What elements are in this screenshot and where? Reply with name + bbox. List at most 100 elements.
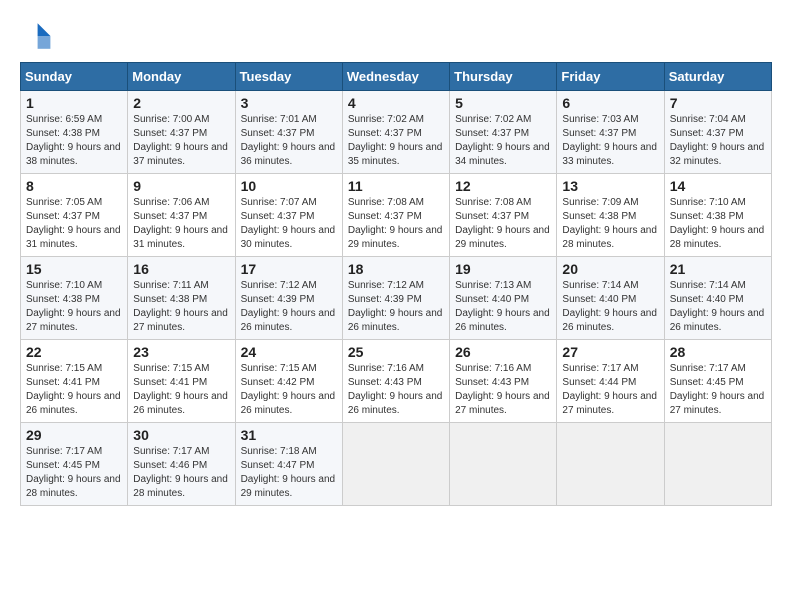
day-number: 15	[26, 261, 122, 277]
logo	[20, 20, 56, 52]
calendar-day-cell: 9 Sunrise: 7:06 AMSunset: 4:37 PMDaylight…	[128, 174, 235, 257]
weekday-header: Monday	[128, 63, 235, 91]
day-info: Sunrise: 7:15 AMSunset: 4:41 PMDaylight:…	[133, 362, 229, 418]
calendar-day-cell: 29 Sunrise: 7:17 AMSunset: 4:45 PMDayligh…	[21, 423, 128, 506]
calendar-day-cell: 25 Sunrise: 7:16 AMSunset: 4:43 PMDayligh…	[342, 340, 449, 423]
calendar-week-row: 8 Sunrise: 7:05 AMSunset: 4:37 PMDaylight…	[21, 174, 772, 257]
weekday-header: Saturday	[664, 63, 771, 91]
calendar-week-row: 22 Sunrise: 7:15 AMSunset: 4:41 PMDayligh…	[21, 340, 772, 423]
day-number: 20	[562, 261, 658, 277]
day-info: Sunrise: 7:03 AMSunset: 4:37 PMDaylight:…	[562, 113, 658, 169]
day-number: 14	[670, 178, 766, 194]
day-info: Sunrise: 7:10 AMSunset: 4:38 PMDaylight:…	[26, 279, 122, 335]
day-info: Sunrise: 7:18 AMSunset: 4:47 PMDaylight:…	[241, 445, 337, 501]
day-info: Sunrise: 7:17 AMSunset: 4:45 PMDaylight:…	[670, 362, 766, 418]
calendar-day-cell: 23 Sunrise: 7:15 AMSunset: 4:41 PMDayligh…	[128, 340, 235, 423]
calendar-day-cell: 14 Sunrise: 7:10 AMSunset: 4:38 PMDayligh…	[664, 174, 771, 257]
day-number: 8	[26, 178, 122, 194]
day-info: Sunrise: 7:07 AMSunset: 4:37 PMDaylight:…	[241, 196, 337, 252]
day-info: Sunrise: 7:10 AMSunset: 4:38 PMDaylight:…	[670, 196, 766, 252]
calendar-week-row: 1 Sunrise: 6:59 AMSunset: 4:38 PMDaylight…	[21, 91, 772, 174]
day-number: 16	[133, 261, 229, 277]
calendar-day-cell: 5 Sunrise: 7:02 AMSunset: 4:37 PMDaylight…	[450, 91, 557, 174]
day-info: Sunrise: 7:16 AMSunset: 4:43 PMDaylight:…	[348, 362, 444, 418]
calendar-body: 1 Sunrise: 6:59 AMSunset: 4:38 PMDaylight…	[21, 91, 772, 506]
day-number: 24	[241, 344, 337, 360]
day-info: Sunrise: 7:14 AMSunset: 4:40 PMDaylight:…	[670, 279, 766, 335]
day-info: Sunrise: 7:17 AMSunset: 4:45 PMDaylight:…	[26, 445, 122, 501]
calendar-day-cell: 17 Sunrise: 7:12 AMSunset: 4:39 PMDayligh…	[235, 257, 342, 340]
calendar-day-cell: 26 Sunrise: 7:16 AMSunset: 4:43 PMDayligh…	[450, 340, 557, 423]
day-number: 17	[241, 261, 337, 277]
day-number: 21	[670, 261, 766, 277]
day-number: 12	[455, 178, 551, 194]
day-info: Sunrise: 7:17 AMSunset: 4:44 PMDaylight:…	[562, 362, 658, 418]
day-info: Sunrise: 7:16 AMSunset: 4:43 PMDaylight:…	[455, 362, 551, 418]
weekday-header: Tuesday	[235, 63, 342, 91]
day-info: Sunrise: 7:02 AMSunset: 4:37 PMDaylight:…	[348, 113, 444, 169]
day-info: Sunrise: 7:15 AMSunset: 4:42 PMDaylight:…	[241, 362, 337, 418]
day-info: Sunrise: 7:05 AMSunset: 4:37 PMDaylight:…	[26, 196, 122, 252]
weekday-header: Friday	[557, 63, 664, 91]
day-number: 3	[241, 95, 337, 111]
calendar-day-cell: 7 Sunrise: 7:04 AMSunset: 4:37 PMDaylight…	[664, 91, 771, 174]
calendar-week-row: 15 Sunrise: 7:10 AMSunset: 4:38 PMDayligh…	[21, 257, 772, 340]
day-info: Sunrise: 7:15 AMSunset: 4:41 PMDaylight:…	[26, 362, 122, 418]
weekday-header: Thursday	[450, 63, 557, 91]
calendar-week-row: 29 Sunrise: 7:17 AMSunset: 4:45 PMDayligh…	[21, 423, 772, 506]
day-info: Sunrise: 7:01 AMSunset: 4:37 PMDaylight:…	[241, 113, 337, 169]
calendar-day-cell: 20 Sunrise: 7:14 AMSunset: 4:40 PMDayligh…	[557, 257, 664, 340]
day-number: 22	[26, 344, 122, 360]
calendar-day-cell: 4 Sunrise: 7:02 AMSunset: 4:37 PMDaylight…	[342, 91, 449, 174]
day-number: 10	[241, 178, 337, 194]
day-number: 7	[670, 95, 766, 111]
calendar-day-cell: 22 Sunrise: 7:15 AMSunset: 4:41 PMDayligh…	[21, 340, 128, 423]
day-number: 4	[348, 95, 444, 111]
day-info: Sunrise: 7:06 AMSunset: 4:37 PMDaylight:…	[133, 196, 229, 252]
calendar-day-cell: 6 Sunrise: 7:03 AMSunset: 4:37 PMDaylight…	[557, 91, 664, 174]
calendar-day-cell: 24 Sunrise: 7:15 AMSunset: 4:42 PMDayligh…	[235, 340, 342, 423]
calendar-day-cell	[557, 423, 664, 506]
weekday-header: Sunday	[21, 63, 128, 91]
day-number: 18	[348, 261, 444, 277]
day-number: 1	[26, 95, 122, 111]
day-number: 9	[133, 178, 229, 194]
calendar-day-cell: 1 Sunrise: 6:59 AMSunset: 4:38 PMDaylight…	[21, 91, 128, 174]
day-info: Sunrise: 7:02 AMSunset: 4:37 PMDaylight:…	[455, 113, 551, 169]
calendar-day-cell: 2Sunrise: 7:00 AMSunset: 4:37 PMDaylight…	[128, 91, 235, 174]
day-info: Sunrise: 7:11 AMSunset: 4:38 PMDaylight:…	[133, 279, 229, 335]
calendar-day-cell: 16 Sunrise: 7:11 AMSunset: 4:38 PMDayligh…	[128, 257, 235, 340]
day-number: 30	[133, 427, 229, 443]
day-number: 29	[26, 427, 122, 443]
calendar-day-cell: 10 Sunrise: 7:07 AMSunset: 4:37 PMDayligh…	[235, 174, 342, 257]
calendar-day-cell: 18 Sunrise: 7:12 AMSunset: 4:39 PMDayligh…	[342, 257, 449, 340]
day-info: Sunrise: 7:08 AMSunset: 4:37 PMDaylight:…	[348, 196, 444, 252]
calendar-day-cell: 15 Sunrise: 7:10 AMSunset: 4:38 PMDayligh…	[21, 257, 128, 340]
calendar-day-cell: 11Sunrise: 7:08 AMSunset: 4:37 PMDayligh…	[342, 174, 449, 257]
calendar-day-cell: 3 Sunrise: 7:01 AMSunset: 4:37 PMDaylight…	[235, 91, 342, 174]
calendar-day-cell: 12Sunrise: 7:08 AMSunset: 4:37 PMDayligh…	[450, 174, 557, 257]
logo-icon	[20, 20, 52, 52]
day-info: Sunrise: 7:12 AMSunset: 4:39 PMDaylight:…	[241, 279, 337, 335]
day-number: 23	[133, 344, 229, 360]
day-number: 27	[562, 344, 658, 360]
calendar-day-cell	[664, 423, 771, 506]
calendar-day-cell: 28Sunrise: 7:17 AMSunset: 4:45 PMDayligh…	[664, 340, 771, 423]
calendar-day-cell: 27 Sunrise: 7:17 AMSunset: 4:44 PMDayligh…	[557, 340, 664, 423]
day-number: 26	[455, 344, 551, 360]
day-number: 31	[241, 427, 337, 443]
calendar-header: SundayMondayTuesdayWednesdayThursdayFrid…	[21, 63, 772, 91]
day-info: Sunrise: 6:59 AMSunset: 4:38 PMDaylight:…	[26, 113, 122, 169]
day-info: Sunrise: 7:14 AMSunset: 4:40 PMDaylight:…	[562, 279, 658, 335]
day-info: Sunrise: 7:12 AMSunset: 4:39 PMDaylight:…	[348, 279, 444, 335]
day-info: Sunrise: 7:04 AMSunset: 4:37 PMDaylight:…	[670, 113, 766, 169]
day-info: Sunrise: 7:13 AMSunset: 4:40 PMDaylight:…	[455, 279, 551, 335]
day-number: 25	[348, 344, 444, 360]
calendar-day-cell: 19Sunrise: 7:13 AMSunset: 4:40 PMDayligh…	[450, 257, 557, 340]
day-number: 5	[455, 95, 551, 111]
calendar-day-cell: 30Sunrise: 7:17 AMSunset: 4:46 PMDayligh…	[128, 423, 235, 506]
header	[20, 20, 772, 52]
header-row: SundayMondayTuesdayWednesdayThursdayFrid…	[21, 63, 772, 91]
day-info: Sunrise: 7:00 AMSunset: 4:37 PMDaylight:…	[133, 113, 229, 169]
day-number: 6	[562, 95, 658, 111]
